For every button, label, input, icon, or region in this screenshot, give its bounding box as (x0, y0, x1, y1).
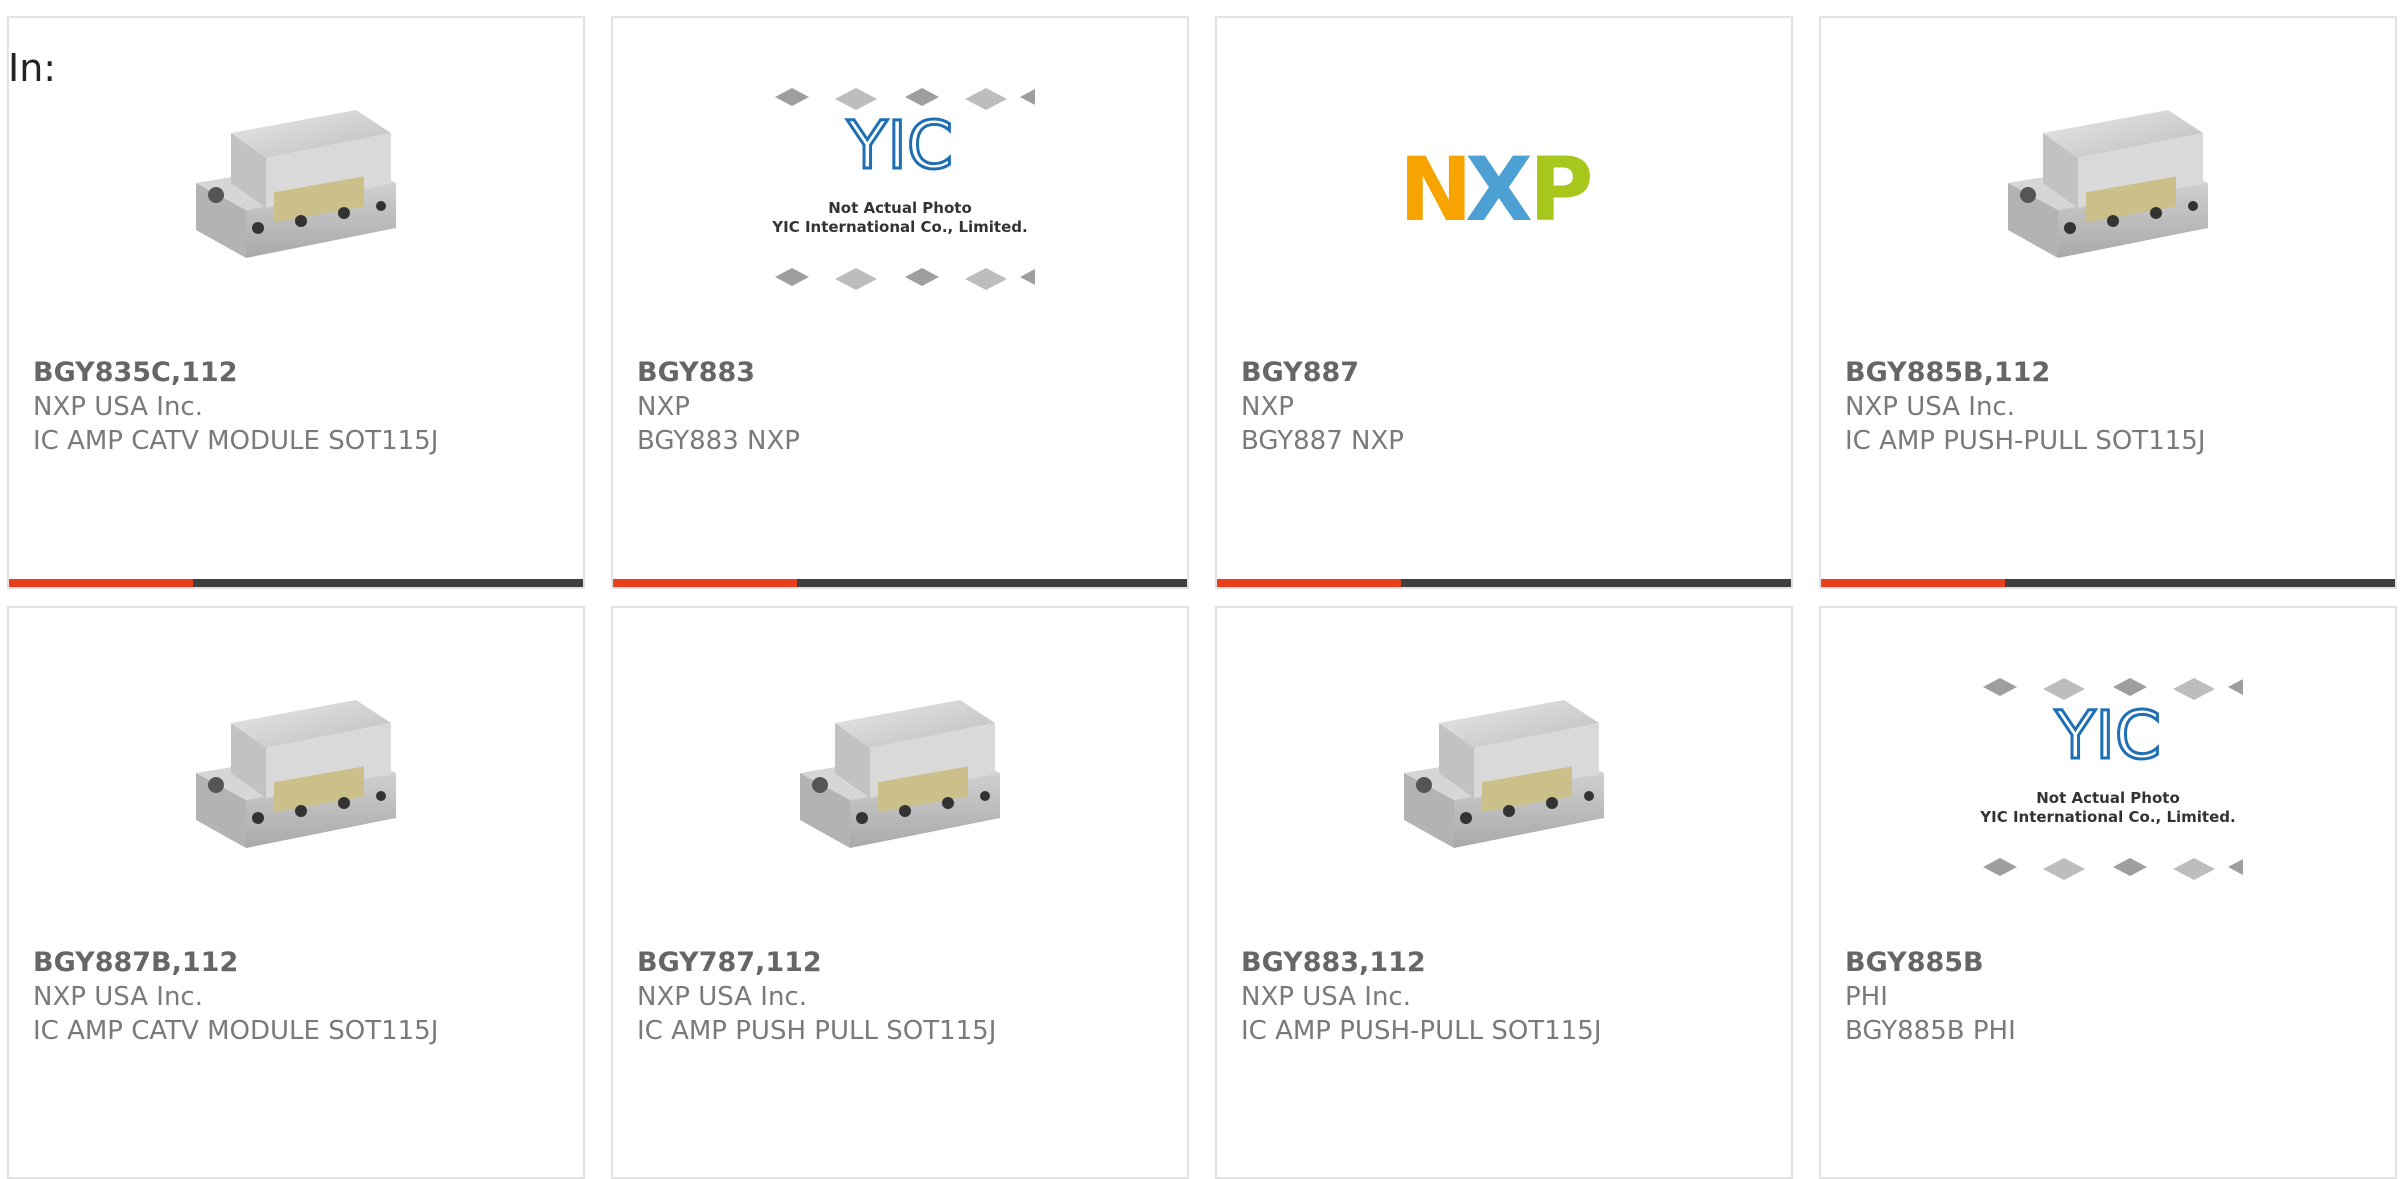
part-number-link[interactable]: BGY883 (637, 356, 1167, 390)
product-description: IC AMP PUSH PULL SOT115J (637, 1016, 997, 1046)
part-number-link[interactable]: BGY885B,112 (1845, 356, 2375, 390)
amplifier-module-image (196, 110, 396, 258)
amplifier-module-image (1404, 700, 1604, 848)
product-thumbnail[interactable] (613, 668, 1187, 888)
svg-text:X: X (1465, 148, 1533, 228)
manufacturer-label: NXP USA Inc. (1241, 982, 1411, 1012)
not-actual-photo-placeholder-image: YIC Not Actual Photo YIC International C… (1979, 678, 2243, 880)
product-info: BGY883 NXP BGY883 NXP (637, 356, 1167, 458)
product-card[interactable]: N X P BGY887 NXP BGY887 NXP (1215, 16, 1793, 589)
manufacturer-label: PHI (1845, 982, 1888, 1012)
product-thumbnail[interactable]: N X P (1217, 78, 1791, 298)
nxp-logo-image: N X P (1399, 148, 1594, 228)
product-description: BGY883 NXP (637, 426, 800, 456)
product-info: BGY787,112 NXP USA Inc. IC AMP PUSH PULL… (637, 946, 1167, 1048)
product-info: BGY885B PHI BGY885B PHI (1845, 946, 2375, 1048)
product-info: BGY883,112 NXP USA Inc. IC AMP PUSH-PULL… (1241, 946, 1771, 1048)
product-thumbnail[interactable]: YIC Not Actual Photo YIC International C… (1821, 668, 2395, 888)
product-info: BGY887 NXP BGY887 NXP (1241, 356, 1771, 458)
amplifier-module-image (2008, 110, 2208, 258)
product-card[interactable]: BGY885B,112 NXP USA Inc. IC AMP PUSH-PUL… (1819, 16, 2397, 589)
product-description: BGY885B PHI (1845, 1016, 2016, 1046)
product-thumbnail[interactable] (1821, 78, 2395, 298)
svg-text:YIC: YIC (2054, 697, 2161, 774)
product-info: BGY885B,112 NXP USA Inc. IC AMP PUSH-PUL… (1845, 356, 2375, 458)
card-progress-bar (9, 579, 583, 587)
part-number-link[interactable]: BGY787,112 (637, 946, 1167, 980)
product-info: BGY887B,112 NXP USA Inc. IC AMP CATV MOD… (33, 946, 563, 1048)
svg-text:YIC International Co., Limited: YIC International Co., Limited. (771, 218, 1027, 236)
product-thumbnail[interactable] (9, 78, 583, 298)
card-progress-accent (613, 579, 797, 587)
not-actual-photo-placeholder-image: YIC Not Actual Photo YIC International C… (771, 88, 1035, 290)
manufacturer-label: NXP USA Inc. (1845, 392, 2015, 422)
card-progress-accent (9, 579, 193, 587)
product-info: BGY835C,112 NXP USA Inc. IC AMP CATV MOD… (33, 356, 563, 458)
product-thumbnail[interactable]: YIC Not Actual Photo YIC International C… (613, 78, 1187, 298)
svg-text:Not Actual Photo: Not Actual Photo (2036, 789, 2180, 807)
part-number-link[interactable]: BGY887 (1241, 356, 1771, 390)
card-progress-bar (613, 579, 1187, 587)
svg-text:N: N (1399, 148, 1473, 228)
product-description: IC AMP PUSH-PULL SOT115J (1845, 426, 2206, 456)
card-progress-bar (1217, 579, 1791, 587)
part-number-link[interactable]: BGY835C,112 (33, 356, 563, 390)
product-description: IC AMP CATV MODULE SOT115J (33, 426, 439, 456)
svg-text:YIC: YIC (846, 107, 953, 184)
card-progress-accent (1821, 579, 2005, 587)
manufacturer-label: NXP USA Inc. (637, 982, 807, 1012)
part-number-link[interactable]: BGY887B,112 (33, 946, 563, 980)
product-thumbnail[interactable] (9, 668, 583, 888)
filter-in-label: In: (8, 46, 57, 90)
manufacturer-label: NXP USA Inc. (33, 392, 203, 422)
amplifier-module-image (800, 700, 1000, 848)
product-card[interactable]: BGY835C,112 NXP USA Inc. IC AMP CATV MOD… (7, 16, 585, 589)
amplifier-module-image (196, 700, 396, 848)
product-description: IC AMP CATV MODULE SOT115J (33, 1016, 439, 1046)
part-number-link[interactable]: BGY885B (1845, 946, 2375, 980)
manufacturer-label: NXP (1241, 392, 1294, 422)
product-card[interactable]: BGY883,112 NXP USA Inc. IC AMP PUSH-PULL… (1215, 606, 1793, 1179)
product-card[interactable]: YIC Not Actual Photo YIC International C… (611, 16, 1189, 589)
product-description: IC AMP PUSH-PULL SOT115J (1241, 1016, 1602, 1046)
product-thumbnail[interactable] (1217, 668, 1791, 888)
manufacturer-label: NXP (637, 392, 690, 422)
card-progress-accent (1217, 579, 1401, 587)
svg-text:P: P (1529, 148, 1594, 228)
part-number-link[interactable]: BGY883,112 (1241, 946, 1771, 980)
product-card[interactable]: BGY787,112 NXP USA Inc. IC AMP PUSH PULL… (611, 606, 1189, 1179)
product-card[interactable]: YIC Not Actual Photo YIC International C… (1819, 606, 2397, 1179)
manufacturer-label: NXP USA Inc. (33, 982, 203, 1012)
card-progress-bar (1821, 579, 2395, 587)
product-description: BGY887 NXP (1241, 426, 1404, 456)
svg-text:YIC International Co., Limited: YIC International Co., Limited. (1979, 808, 2235, 826)
product-card[interactable]: BGY887B,112 NXP USA Inc. IC AMP CATV MOD… (7, 606, 585, 1179)
svg-text:Not Actual Photo: Not Actual Photo (828, 199, 972, 217)
